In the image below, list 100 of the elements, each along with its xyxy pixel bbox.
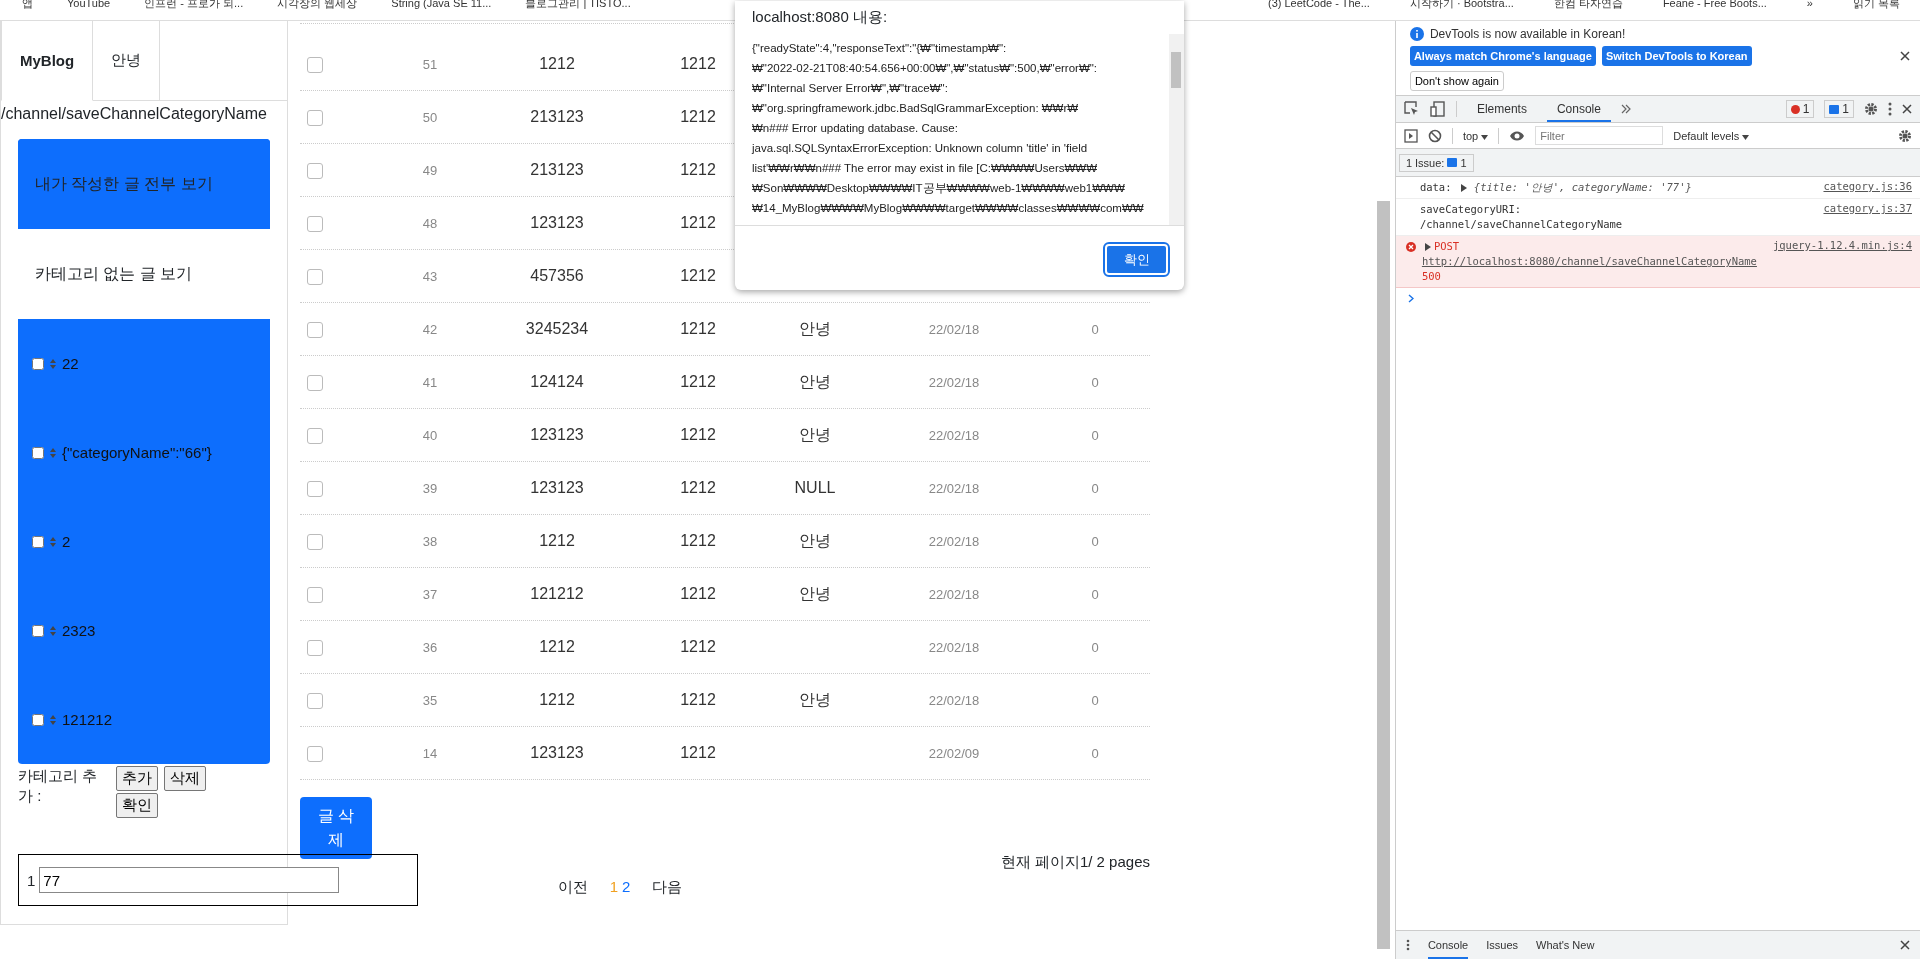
settings-icon[interactable]: [1898, 128, 1912, 143]
category-item[interactable]: 22: [18, 319, 270, 408]
category-checkbox[interactable]: [32, 357, 44, 370]
close-icon[interactable]: [1902, 104, 1912, 114]
row-checkbox[interactable]: [307, 639, 323, 656]
close-icon[interactable]: [1900, 51, 1910, 61]
table-cell: 안녕: [799, 690, 831, 708]
inspect-icon[interactable]: [1403, 101, 1420, 117]
source-link[interactable]: category.js:36: [1823, 180, 1912, 195]
previous-page-link[interactable]: 이전: [557, 878, 588, 897]
caret-icon[interactable]: [1481, 134, 1489, 140]
category-checkbox[interactable]: [32, 713, 44, 726]
table-cell: 1212: [680, 161, 716, 178]
table-cell: 121212: [530, 585, 584, 602]
bookmark-link[interactable]: Feane - Free Boots...: [1662, 0, 1767, 10]
drawer-tab[interactable]: Issues: [1486, 931, 1519, 959]
dont-show-button[interactable]: Don't show again: [1409, 71, 1504, 91]
row-checkbox[interactable]: [307, 268, 323, 285]
dialog-title: localhost:8080 내용:: [751, 7, 889, 27]
ok-button[interactable]: 확인: [1105, 244, 1168, 275]
category-item[interactable]: 2323: [18, 586, 270, 675]
category-checkbox[interactable]: [32, 446, 44, 459]
drag-handle-icon[interactable]: [50, 447, 56, 458]
source-link[interactable]: category.js:37: [1823, 202, 1912, 232]
context-dropdown[interactable]: top: [1462, 129, 1489, 142]
row-checkbox[interactable]: [307, 427, 323, 444]
drag-handle-icon[interactable]: [50, 358, 56, 369]
prompt-chevron-icon[interactable]: [1407, 294, 1414, 303]
row-checkbox[interactable]: [307, 745, 323, 762]
caret-icon[interactable]: [1742, 134, 1750, 140]
table-cell: 0: [1091, 639, 1099, 655]
category-name-input[interactable]: 77: [39, 867, 340, 893]
sidebar-toggle-icon[interactable]: [1403, 128, 1418, 143]
bookmark-link[interactable]: String (Java SE 11...: [391, 0, 492, 10]
issues-button[interactable]: 1 Issue: 1: [1398, 153, 1474, 172]
expand-arrow-icon[interactable]: [1424, 243, 1431, 251]
language-button[interactable]: Switch DevTools to Korean: [1601, 46, 1752, 66]
error-count-badge[interactable]: 1: [1785, 100, 1815, 118]
drawer-tab[interactable]: Console: [1427, 931, 1469, 959]
menu-icon[interactable]: [1405, 939, 1410, 951]
category-checkbox[interactable]: [32, 535, 44, 548]
category-item[interactable]: 2: [18, 497, 270, 586]
table-cell: 38: [422, 533, 438, 549]
row-checkbox[interactable]: [307, 321, 323, 338]
nav-tab[interactable]: 안녕: [93, 21, 161, 101]
category-action-button[interactable]: 확인: [116, 793, 158, 818]
table-cell: 22/02/18: [928, 692, 980, 708]
drag-handle-icon[interactable]: [50, 714, 56, 725]
drag-handle-icon[interactable]: [50, 536, 56, 547]
bookmark-link[interactable]: YouTube: [67, 0, 111, 10]
next-page-link[interactable]: 다음: [652, 878, 683, 897]
row-checkbox[interactable]: [307, 374, 323, 391]
devtools-tab[interactable]: Elements: [1466, 96, 1537, 122]
category-checkbox[interactable]: [32, 624, 44, 637]
more-tabs-icon[interactable]: [1620, 104, 1631, 114]
row-checkbox[interactable]: [307, 480, 323, 497]
table-cell: 123123: [530, 744, 584, 761]
category-action-button[interactable]: 추가: [116, 766, 158, 791]
table-cell: 41: [422, 374, 438, 390]
nav-tab[interactable]: MyBlog: [1, 21, 94, 101]
settings-icon[interactable]: [1864, 102, 1878, 116]
filter-input[interactable]: Filter: [1535, 126, 1664, 145]
page-scrollbar[interactable]: [1376, 201, 1390, 949]
eye-icon[interactable]: [1509, 129, 1526, 142]
info-icon: [1409, 27, 1424, 41]
device-icon[interactable]: [1429, 101, 1446, 117]
row-checkbox[interactable]: [307, 56, 323, 73]
drawer-tab[interactable]: What's New: [1536, 931, 1595, 959]
category-item[interactable]: 121212: [18, 675, 270, 764]
row-checkbox[interactable]: [307, 215, 323, 232]
table-cell: 안녕: [799, 372, 831, 390]
clear-console-icon[interactable]: [1427, 128, 1442, 143]
close-icon[interactable]: [1900, 940, 1910, 950]
page-number-link[interactable]: 2: [622, 878, 631, 897]
delete-post-button[interactable]: 글 삭제: [300, 797, 372, 859]
table-cell: 1212: [680, 532, 716, 549]
table-cell: 안녕: [799, 584, 831, 602]
category-menu-item[interactable]: 카테고리 없는 글 보기: [18, 229, 270, 319]
log-levels-dropdown[interactable]: Default levels: [1673, 129, 1750, 142]
table-cell: 123123: [530, 426, 584, 443]
scrollbar[interactable]: [1169, 34, 1184, 225]
table-cell: 0: [1091, 374, 1099, 390]
source-link[interactable]: jquery-1.12.4.min.js:4: [1772, 239, 1912, 284]
category-action-button[interactable]: 삭제: [164, 766, 206, 791]
row-checkbox[interactable]: [307, 692, 323, 709]
language-button[interactable]: Always match Chrome's language: [1409, 46, 1596, 66]
more-bookmarks-button[interactable]: »: [1806, 0, 1813, 10]
row-checkbox[interactable]: [307, 586, 323, 603]
error-message: {"readyState":4,"responseText":"{₩"timestamp₩": ₩"2022-02-21T08:40:54.656+00:00₩",₩"status₩":500,₩"error₩": ₩"Internal Server Error₩",₩"trace₩": ₩"org.springframework.jdbc.BadSqlGrammarException: ₩₩r₩ ₩n### Error updating database. Cause: java.sql.SQLSyntaxErrorException: Unknown column 'title' in 'field list'₩₩r₩₩n### The error may exist in file [C:₩₩₩₩Users₩₩₩ ₩Son₩₩₩₩Desktop₩₩₩₩IT공부₩₩₩₩web-1₩₩₩₩web1₩₩₩ ₩14_MyBlog₩₩₩₩MyBlog₩₩₩₩target₩₩₩₩classes₩₩₩₩com₩₩: [750, 41, 1145, 216]
drag-handle-icon[interactable]: [50, 625, 56, 636]
menu-icon[interactable]: [1888, 102, 1892, 116]
bookmark-link[interactable]: (3) LeetCode - The...: [1268, 0, 1370, 10]
message-count-badge[interactable]: 1: [1824, 100, 1854, 118]
row-checkbox[interactable]: [307, 533, 323, 550]
row-checkbox[interactable]: [307, 162, 323, 179]
row-checkbox[interactable]: [307, 109, 323, 126]
table-cell: 49: [422, 162, 438, 178]
category-item[interactable]: {"categoryName":"66"}: [18, 408, 270, 497]
expand-arrow-icon[interactable]: [1460, 184, 1467, 192]
table-cell: 안녕: [799, 425, 831, 443]
